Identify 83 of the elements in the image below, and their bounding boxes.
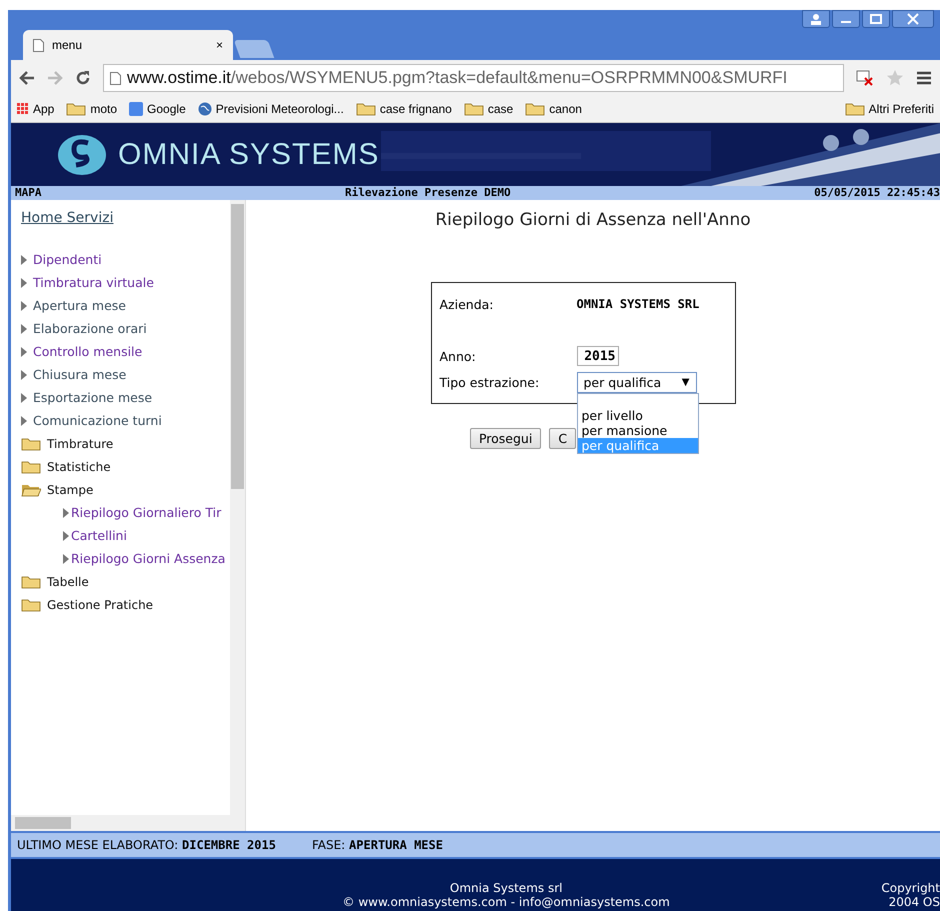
menu-link[interactable]: Controllo mensile (33, 344, 142, 359)
menu-link[interactable]: Elaborazione orari (33, 321, 147, 336)
bookmark-link[interactable]: Previsioni Meteorologi... (216, 102, 344, 116)
browser-tab[interactable]: menu × (23, 30, 233, 60)
page-icon (33, 38, 44, 52)
triangle-icon (63, 554, 69, 564)
star-icon[interactable] (886, 69, 904, 87)
menu-link[interactable]: Esportazione mese (33, 390, 152, 405)
bookmark-link[interactable]: canon (549, 102, 582, 116)
triangle-icon (21, 300, 27, 310)
globe-icon (198, 102, 212, 116)
form-button[interactable]: C (549, 428, 576, 449)
menu-folder[interactable]: Gestione Pratiche (47, 598, 154, 612)
company-name: OMNIA SYSTEMS SRL (576, 296, 700, 313)
user-name: MAPA (15, 186, 42, 200)
menu-link[interactable]: Chiusura mese (33, 367, 126, 382)
year-field[interactable]: 2015 (576, 346, 618, 366)
type-select[interactable]: per qualifica ▼ (576, 372, 696, 392)
menu-link[interactable]: Timbratura virtuale (33, 275, 154, 290)
triangle-icon (21, 278, 27, 288)
triangle-icon (63, 530, 69, 540)
menu-folder[interactable]: Timbrature (47, 436, 114, 450)
company-text: Omnia Systems srl (450, 881, 562, 895)
logo-text: OMNIA SYSTEMS (118, 138, 380, 172)
triangle-icon (21, 416, 27, 426)
apps-grid-icon (17, 103, 29, 115)
copyright-year: 2004 OS (888, 895, 940, 909)
menu-folder[interactable]: Stampe (47, 482, 94, 496)
page-icon (110, 72, 121, 84)
bookmark-link[interactable]: case frignano (380, 102, 452, 116)
menu-folder[interactable]: Tabelle (47, 574, 89, 588)
address-bar[interactable]: www.ostime.it/webos/WSYMENU5.pgm?task=default&menu=OSRPRMMN00&SMURFI (103, 64, 844, 92)
folder-icon (525, 102, 546, 116)
vertical-scrollbar[interactable] (230, 200, 245, 815)
menu-link[interactable]: Riepilogo Giorni Assenza (71, 551, 226, 566)
bookmark-link[interactable]: moto (90, 102, 118, 116)
dropdown-option[interactable]: per livello (578, 408, 698, 422)
minimize-icon[interactable] (832, 10, 860, 28)
triangle-icon (21, 324, 27, 334)
folder-icon (356, 102, 376, 116)
field-label: Tipo estrazione: (440, 374, 540, 392)
field-label: Azienda: (440, 296, 495, 314)
status-text: FASE: APERTURA MESE (312, 838, 443, 852)
dropdown-option[interactable]: per mansione (578, 422, 698, 438)
triangle-icon (21, 370, 27, 380)
bookmark-link[interactable]: Altri Preferiti (868, 102, 934, 116)
website-link[interactable]: www.omniasystems.com (358, 895, 507, 909)
horizontal-scrollbar[interactable] (11, 815, 245, 831)
bookmark-link[interactable]: Google (147, 102, 186, 116)
menu-link[interactable]: Comunicazione turni (33, 413, 162, 428)
bookmark-link[interactable]: App (33, 102, 54, 116)
back-icon[interactable] (19, 71, 35, 85)
blocked-popup-icon[interactable] (856, 70, 874, 86)
reload-icon[interactable] (75, 70, 91, 86)
menu-link[interactable]: Cartellini (71, 528, 127, 543)
home-link[interactable]: Home Servizi (21, 210, 114, 226)
menu-link[interactable]: Dipendenti (33, 252, 102, 267)
triangle-icon (21, 254, 27, 264)
folder-icon (464, 102, 484, 116)
bookmark-link[interactable]: case (488, 102, 514, 116)
triangle-icon (21, 346, 27, 356)
status-text: ULTIMO MESE ELABORATO: DICEMBRE 2015 (17, 838, 276, 852)
menu-link[interactable]: Riepilogo Giornaliero Tir (71, 505, 222, 520)
field-label: Anno: (440, 348, 477, 366)
date-time: 05/05/2015 22:45:43 (814, 186, 940, 200)
maximize-icon[interactable] (862, 10, 890, 28)
continue-button[interactable]: Prosegui (470, 428, 542, 449)
logo-icon (56, 132, 108, 176)
footer-links: © www.omniasystems.com - info@omniasystems.com (342, 895, 670, 909)
triangle-icon (63, 508, 69, 518)
email-link[interactable]: info@omniasystems.com (518, 895, 670, 909)
folder-icon (66, 102, 86, 116)
page-title: Riepilogo Giorni di Assenza nell'Anno (435, 210, 751, 230)
close-icon[interactable] (892, 10, 934, 28)
triangle-icon (21, 392, 27, 402)
menu-icon[interactable] (916, 71, 932, 85)
menu-folder[interactable]: Statistiche (47, 460, 111, 474)
user-icon[interactable] (802, 10, 830, 28)
menu-link[interactable]: Apertura mese (33, 298, 126, 313)
folder-icon (844, 102, 865, 116)
close-icon[interactable]: × (216, 38, 223, 52)
copyright-text: Copyright (881, 881, 940, 895)
app-title: Rilevazione Presenze DEMO (345, 186, 511, 200)
